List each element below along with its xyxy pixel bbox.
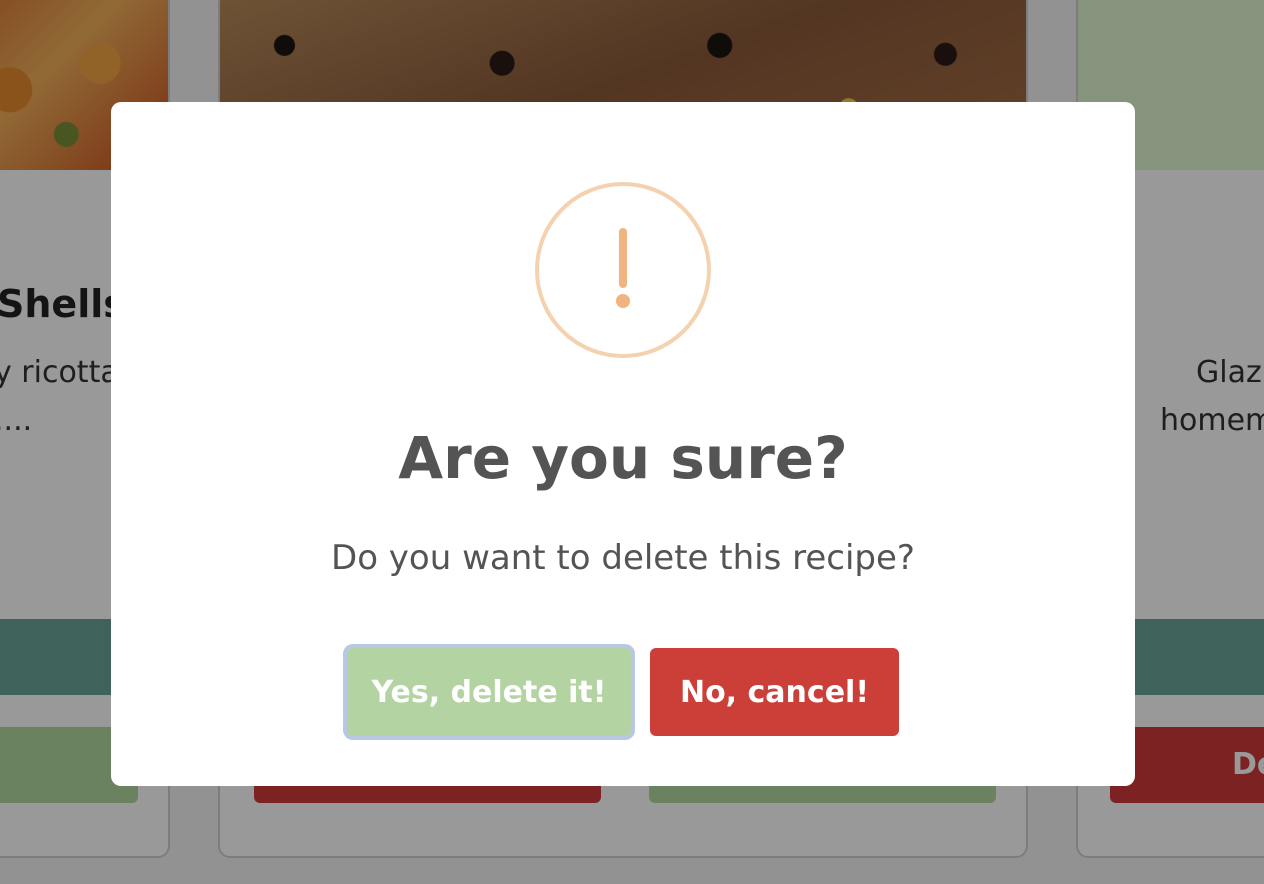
warning-icon (535, 182, 711, 358)
confirm-delete-dialog: Are you sure? Do you want to delete this… (111, 102, 1135, 786)
dialog-title: Are you sure? (398, 424, 848, 492)
confirm-delete-button[interactable]: Yes, delete it! (347, 648, 631, 736)
exclamation-dot (616, 294, 630, 308)
dialog-message: Do you want to delete this recipe? (331, 538, 915, 578)
exclamation-bar (619, 228, 627, 288)
cancel-button[interactable]: No, cancel! (650, 648, 899, 736)
